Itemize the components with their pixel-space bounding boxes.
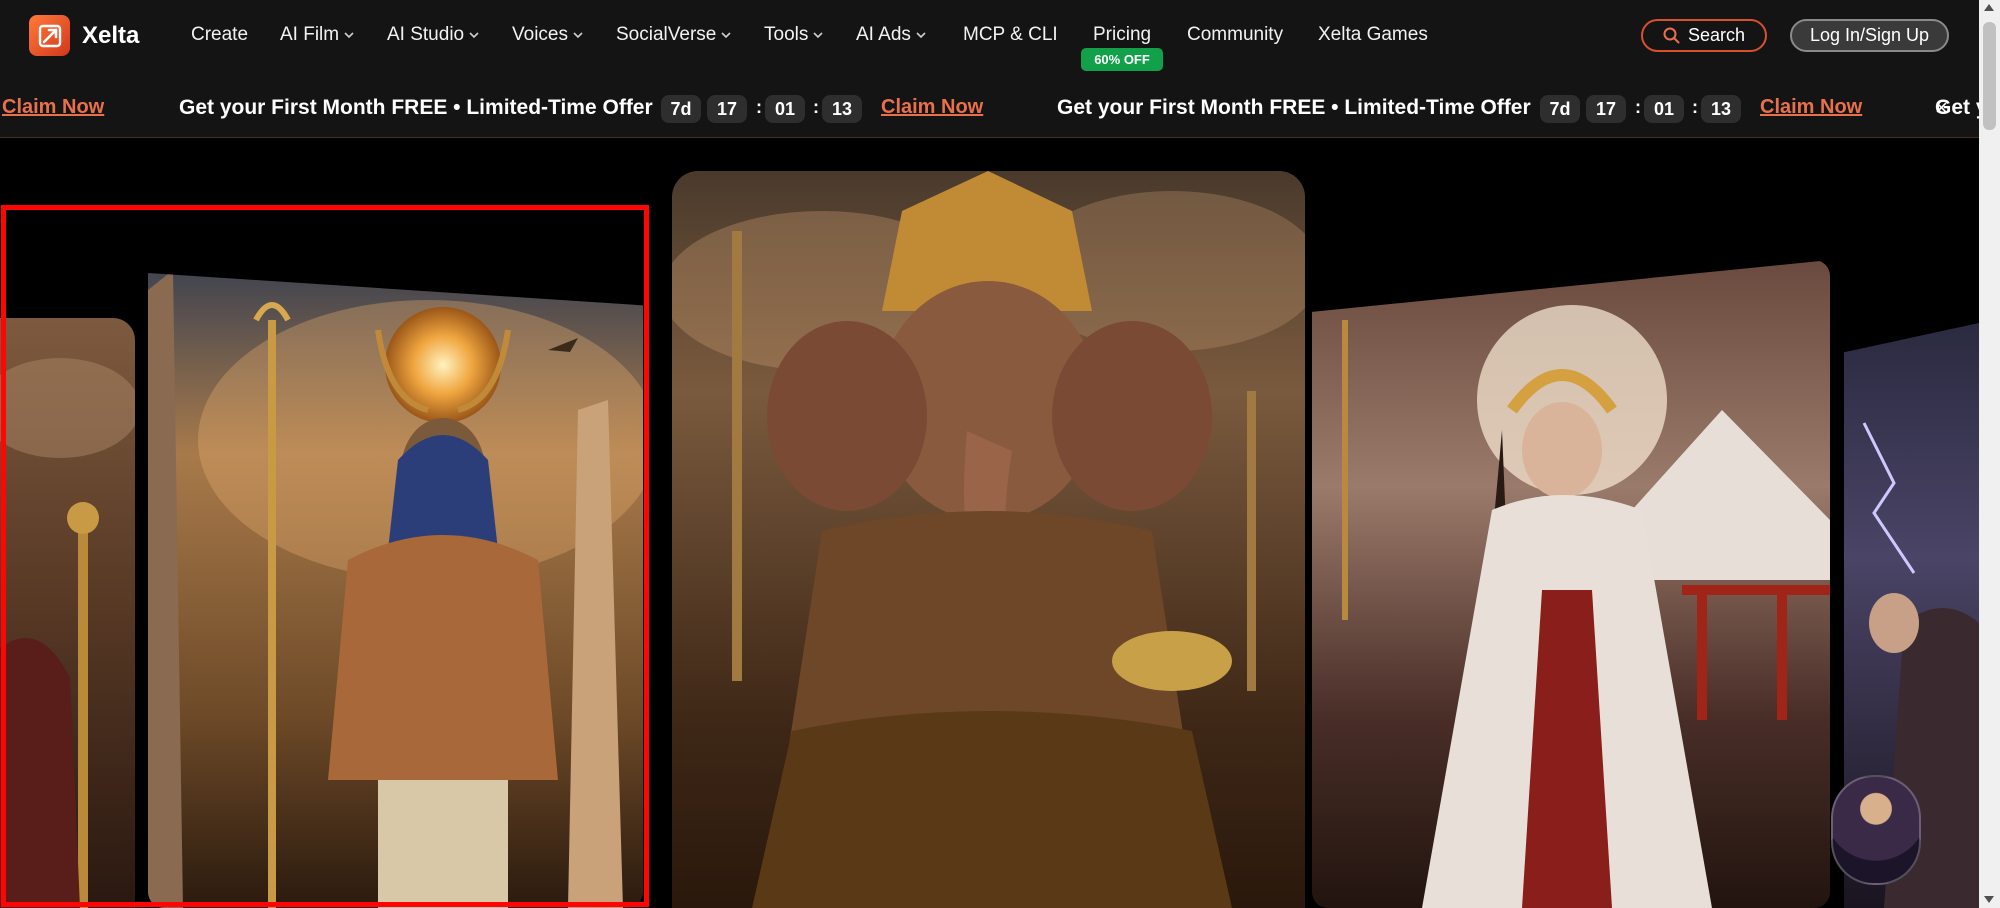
nav-label: Tools [764, 24, 809, 45]
search-button-label: Search [1687, 25, 1746, 45]
nav-ai-ads[interactable]: AI Ads [856, 24, 926, 46]
carousel-card[interactable] [1312, 260, 1830, 908]
promo-ticker: Claim Now Get your First Month FREE • Li… [0, 73, 1979, 138]
nav-label: AI Film [280, 24, 340, 45]
countdown-days: 7d [661, 95, 701, 123]
carousel-card[interactable] [672, 171, 1305, 908]
offer-text: Get your First Month FREE • Limited-Time… [179, 96, 653, 119]
chevron-down-icon [916, 32, 926, 39]
nav-label: Voices [512, 24, 568, 45]
chevron-down-icon [573, 32, 583, 39]
claim-now-link[interactable]: Claim Now [881, 96, 983, 119]
nav-xelta-games[interactable]: Xelta Games [1318, 24, 1428, 46]
xelta-logo-icon [29, 15, 70, 56]
claim-now-link[interactable]: Claim Now [2, 96, 104, 119]
countdown-separator: : [1635, 97, 1641, 117]
carousel-card[interactable] [0, 318, 135, 908]
nav-label: Xelta Games [1318, 24, 1428, 45]
chevron-down-icon [344, 32, 354, 39]
countdown-hours: 17 [1586, 95, 1626, 123]
countdown-seconds: 13 [822, 95, 862, 123]
chevron-down-icon [469, 32, 479, 39]
nav-mcp-cli[interactable]: MCP & CLI [963, 24, 1058, 46]
assistant-avatar-button[interactable] [1831, 775, 1921, 885]
login-signup-button[interactable]: Log In/Sign Up [1790, 19, 1949, 52]
card-artwork [672, 171, 1305, 908]
pricing-discount-badge: 60% OFF [1081, 48, 1163, 71]
nav-tools[interactable]: Tools [764, 24, 823, 46]
hero-image-carousel [0, 138, 1979, 908]
countdown-separator: : [813, 97, 819, 117]
countdown-separator: : [1692, 97, 1698, 117]
carousel-card-selected[interactable] [148, 272, 643, 908]
page-scrollbar[interactable] [1979, 0, 2000, 908]
nav-label: SocialVerse [616, 24, 717, 45]
countdown-seconds: 13 [1701, 95, 1741, 123]
nav-label: Community [1187, 24, 1284, 45]
scroll-down-arrow-icon[interactable] [1984, 896, 1994, 903]
brand-name: Xelta [82, 21, 140, 49]
nav-voices[interactable]: Voices [512, 24, 583, 46]
chevron-down-icon [721, 32, 731, 39]
nav-pricing[interactable]: Pricing [1093, 24, 1151, 46]
countdown-minutes: 01 [765, 95, 805, 123]
search-icon [1663, 27, 1680, 44]
scroll-up-arrow-icon[interactable] [1984, 4, 1994, 11]
card-artwork [0, 318, 135, 908]
offer-text: Get your First Month FREE • Limited-Time… [1057, 96, 1531, 119]
nav-ai-film[interactable]: AI Film [280, 24, 354, 46]
nav-community[interactable]: Community [1187, 24, 1283, 46]
nav-label: Create [191, 24, 249, 45]
countdown-hours: 17 [707, 95, 747, 123]
search-button[interactable]: Search [1641, 19, 1767, 52]
nav-ai-studio[interactable]: AI Studio [387, 24, 479, 46]
countdown-days: 7d [1540, 95, 1580, 123]
countdown-minutes: 01 [1644, 95, 1684, 123]
top-navigation-bar: Xelta Create AI Film AI Studio Voices So… [0, 0, 1979, 73]
countdown-separator: : [756, 97, 762, 117]
nav-create[interactable]: Create [191, 24, 248, 46]
claim-now-link[interactable]: Claim Now [1760, 96, 1862, 119]
card-artwork [1312, 260, 1830, 908]
scroll-thumb[interactable] [1983, 22, 1996, 130]
brand-logo[interactable]: Xelta [29, 15, 139, 56]
card-artwork [148, 272, 643, 908]
nav-socialverse[interactable]: SocialVerse [616, 24, 731, 46]
nav-label: AI Ads [856, 24, 911, 45]
chevron-down-icon [813, 32, 823, 39]
nav-label: AI Studio [387, 24, 465, 45]
nav-label: MCP & CLI [963, 24, 1058, 45]
nav-label: Pricing [1093, 24, 1152, 45]
close-icon[interactable]: × [1935, 95, 1948, 121]
